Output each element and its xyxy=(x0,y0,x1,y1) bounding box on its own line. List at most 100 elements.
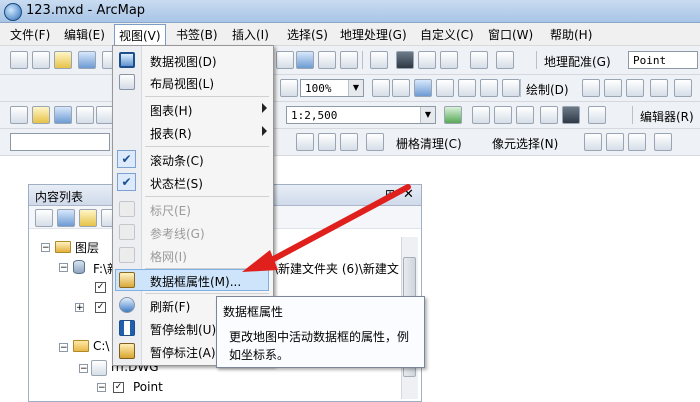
font-icon[interactable] xyxy=(674,79,692,97)
pan-hand-icon[interactable] xyxy=(54,51,72,69)
rectangle-icon[interactable] xyxy=(626,79,644,97)
point-layer-checkbox[interactable]: ✓ xyxy=(113,382,124,393)
search-window-icon[interactable] xyxy=(516,106,534,124)
layout-zoom-combo[interactable]: 100% ▼ xyxy=(300,79,364,97)
window-title: 123.mxd - ArcMap xyxy=(26,3,146,18)
zoom-whole-page-icon[interactable] xyxy=(458,79,476,97)
add-cells-icon[interactable] xyxy=(606,133,624,151)
georeferencing-label[interactable]: 地理配准(G) xyxy=(544,53,611,70)
save-icon[interactable] xyxy=(54,106,72,124)
layout-view-icon xyxy=(119,74,135,90)
expand-toggle[interactable]: − xyxy=(97,383,106,393)
zoom-out-icon[interactable] xyxy=(32,51,50,69)
toolbar-separator xyxy=(520,79,521,97)
layout-pan-icon[interactable] xyxy=(280,79,298,97)
menu-file[interactable]: 文件(F) xyxy=(8,26,52,42)
select-arrow-icon[interactable] xyxy=(582,79,600,97)
menu-bookmarks[interactable]: 书签(B) xyxy=(174,26,220,42)
expand-toggle[interactable]: − xyxy=(79,364,88,374)
draw-menu-label[interactable]: 绘制(D) xyxy=(526,81,569,98)
menu-item-label: 暂停标注(A) xyxy=(150,346,216,360)
hyperlink-icon[interactable] xyxy=(318,51,336,69)
chevron-down-icon[interactable]: ▼ xyxy=(348,80,363,96)
menu-item-data-view[interactable]: 数据视图(D) xyxy=(113,49,273,71)
map-scale-combo[interactable]: 1:2,500 ▼ xyxy=(286,106,436,124)
close-icon[interactable]: ✕ xyxy=(403,187,414,202)
text-tool-icon[interactable] xyxy=(650,79,668,97)
workspace-path-2[interactable]: C:\ xyxy=(93,339,109,353)
layer-combo[interactable] xyxy=(10,133,110,151)
open-folder-icon[interactable] xyxy=(32,106,50,124)
identify-icon[interactable] xyxy=(296,51,314,69)
pixel-select-menu[interactable]: 像元选择(N) xyxy=(492,135,558,152)
menu-item-label: 暂停绘制(U) xyxy=(150,323,217,337)
select-features-icon[interactable] xyxy=(276,51,294,69)
zoom-100-icon[interactable] xyxy=(480,79,498,97)
catalog-icon[interactable] xyxy=(494,106,512,124)
raster-line-icon[interactable] xyxy=(318,133,336,151)
chevron-down-icon[interactable]: ▼ xyxy=(420,107,435,123)
list-by-source-icon[interactable] xyxy=(57,209,75,227)
expand-toggle[interactable]: + xyxy=(75,303,84,313)
layer-visibility-checkbox[interactable]: ✓ xyxy=(95,302,106,313)
model-builder-icon[interactable] xyxy=(588,106,606,124)
pin-icon[interactable]: ⊞ xyxy=(385,187,395,201)
point-layer-label[interactable]: Point xyxy=(133,380,163,394)
expand-toggle[interactable]: − xyxy=(41,243,50,253)
change-layout-icon[interactable] xyxy=(414,79,432,97)
raster-paint-icon[interactable] xyxy=(296,133,314,151)
georeferencing-layer-combo[interactable]: Point xyxy=(628,51,698,69)
new-document-icon[interactable] xyxy=(10,106,28,124)
menu-item-label: 格网(I) xyxy=(150,250,187,264)
menu-tooltip: 数据框属性 更改地图中活动数据框的属性，例如坐标系。 xyxy=(216,296,425,368)
menu-help[interactable]: 帮助(H) xyxy=(548,26,594,42)
zoom-in-icon[interactable] xyxy=(10,51,28,69)
layer-visibility-checkbox[interactable]: ✓ xyxy=(95,282,106,293)
editor-toolbar-icon[interactable] xyxy=(444,106,462,124)
menu-item-layout-view[interactable]: 布局视图(L) xyxy=(113,71,273,93)
html-popup-icon[interactable] xyxy=(340,51,358,69)
table-of-contents-icon[interactable] xyxy=(472,106,490,124)
select-connected-cells-icon[interactable] xyxy=(584,133,602,151)
menu-item-status-bar[interactable]: ✔ 状态栏(S) xyxy=(113,171,273,193)
go-to-xy-icon[interactable] xyxy=(440,51,458,69)
raster-eraser-icon[interactable] xyxy=(366,133,384,151)
expand-toggle[interactable]: − xyxy=(59,343,68,353)
full-extent-globe-icon[interactable] xyxy=(78,51,96,69)
menu-windows[interactable]: 窗口(W) xyxy=(486,26,535,42)
menu-item-graphs[interactable]: 图表(H) xyxy=(113,98,273,120)
list-by-drawing-order-icon[interactable] xyxy=(35,209,53,227)
remove-cells-icon[interactable] xyxy=(628,133,646,151)
arctoolbox-icon[interactable] xyxy=(540,106,558,124)
folder-icon xyxy=(73,340,89,352)
toggle-draft-mode-icon[interactable] xyxy=(372,79,390,97)
menu-edit[interactable]: 编辑(E) xyxy=(62,26,107,42)
menu-insert[interactable]: 插入(I) xyxy=(230,26,271,42)
menu-geoprocessing[interactable]: 地理处理(G) xyxy=(338,26,409,42)
menu-selection[interactable]: 选择(S) xyxy=(285,26,330,42)
time-slider-icon[interactable] xyxy=(470,51,488,69)
create-viewer-icon[interactable] xyxy=(496,51,514,69)
menu-item-data-frame-properties[interactable]: 数据框属性(M)... xyxy=(113,269,273,291)
data-driven-pages-icon[interactable] xyxy=(436,79,454,97)
back-extent-icon[interactable] xyxy=(502,79,520,97)
raster-cleanup-menu[interactable]: 栅格清理(C) xyxy=(396,135,462,152)
pixel-statistics-icon[interactable] xyxy=(654,133,672,151)
print-icon[interactable] xyxy=(76,106,94,124)
menu-customize[interactable]: 自定义(C) xyxy=(418,26,476,42)
menu-view[interactable]: 视图(V) xyxy=(114,24,166,47)
layers-root-label[interactable]: 图层 xyxy=(75,239,99,256)
find-route-icon[interactable] xyxy=(418,51,436,69)
menu-item-label: 参考线(G) xyxy=(150,227,205,241)
find-binoculars-icon[interactable] xyxy=(396,51,414,69)
raster-pencil-icon[interactable] xyxy=(340,133,358,151)
focus-data-frame-icon[interactable] xyxy=(392,79,410,97)
list-by-visibility-icon[interactable] xyxy=(79,209,97,227)
measure-icon[interactable] xyxy=(370,51,388,69)
python-window-icon[interactable] xyxy=(562,106,580,124)
rotate-icon[interactable] xyxy=(604,79,622,97)
editor-menu-label[interactable]: 编辑器(R) xyxy=(640,108,694,125)
expand-toggle[interactable]: − xyxy=(59,263,68,273)
menu-item-scrollbars[interactable]: ✔ 滚动条(C) xyxy=(113,148,273,170)
menu-item-reports[interactable]: 报表(R) xyxy=(113,121,273,143)
